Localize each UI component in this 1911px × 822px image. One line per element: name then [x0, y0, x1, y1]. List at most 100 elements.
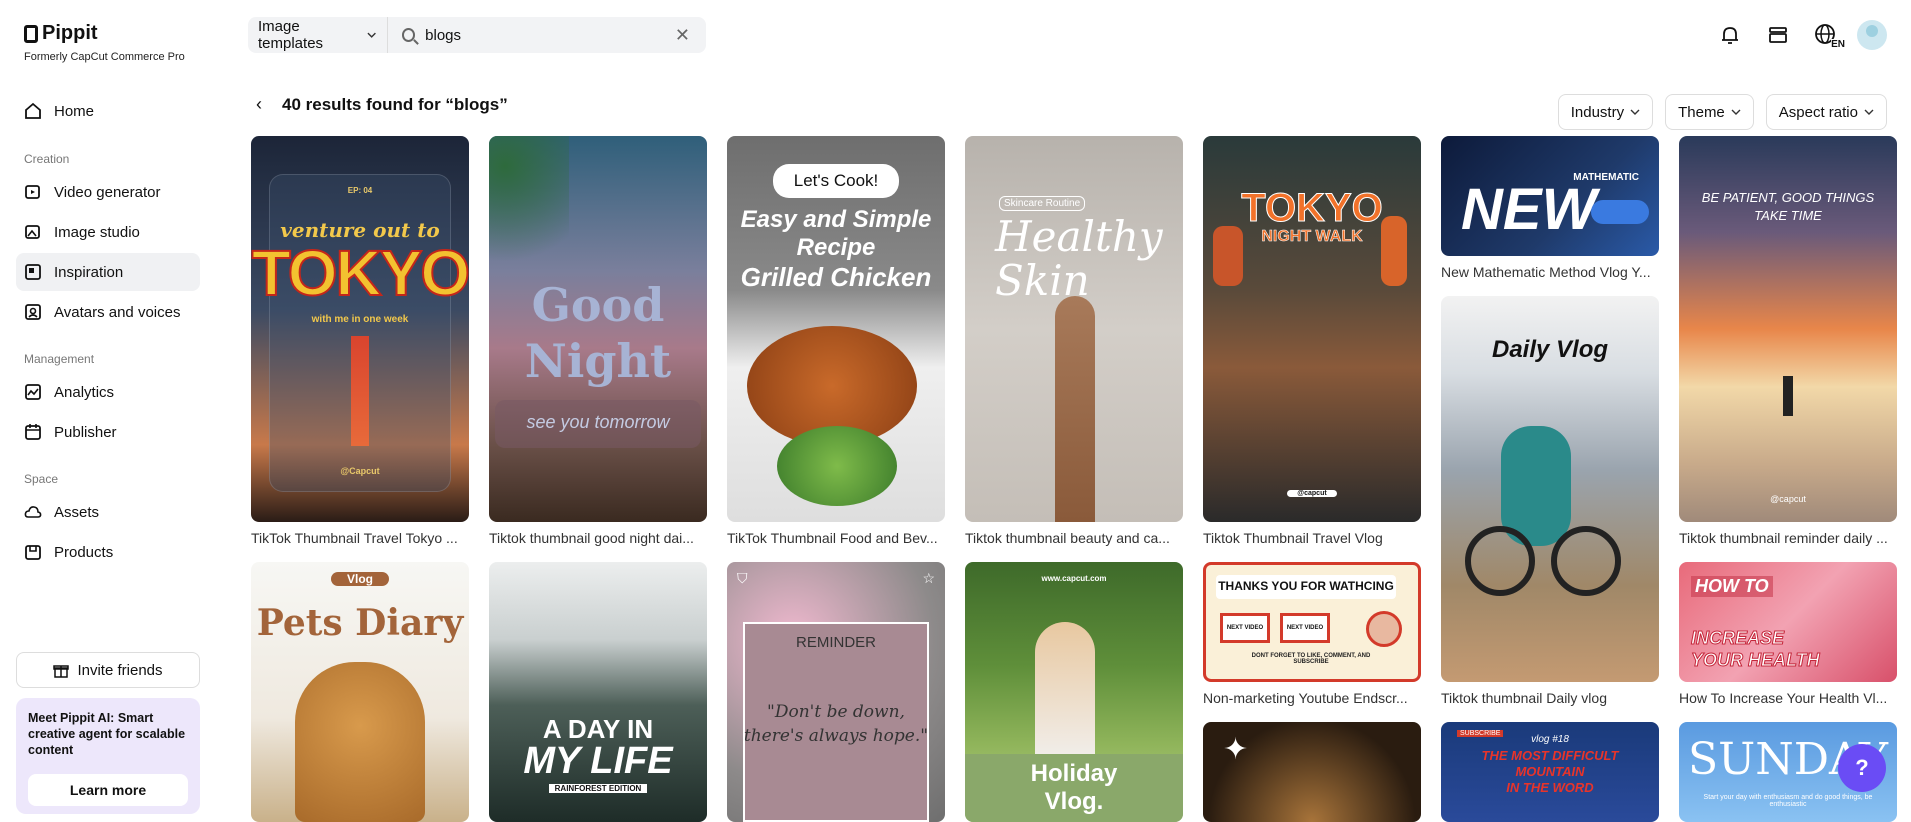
- sidebar-item-video-generator[interactable]: Video generator: [16, 173, 200, 211]
- star-icon[interactable]: ☆: [922, 570, 935, 587]
- template-card-holiday-vlog[interactable]: www.capcut.com Holiday Vlog.: [965, 562, 1183, 822]
- user-avatar[interactable]: [1857, 20, 1887, 50]
- card-text: www.capcut.com: [1041, 574, 1107, 583]
- card-text: RAINFOREST EDITION: [549, 784, 647, 793]
- arm-shape: [1055, 296, 1095, 522]
- card-title[interactable]: Tiktok thumbnail reminder daily ...: [1679, 530, 1897, 546]
- template-card-tokyo-night-walk[interactable]: TOKYO NIGHT WALK @capcut: [1203, 136, 1421, 522]
- pippit-logo-icon: [24, 24, 38, 43]
- card-text: THE MOST DIFFICULT: [1481, 748, 1619, 763]
- search-input[interactable]: [425, 26, 706, 44]
- template-card-mathematic[interactable]: MATHEMATIC NEW: [1441, 136, 1659, 256]
- language-button[interactable]: EN: [1809, 18, 1845, 52]
- template-card-good-night[interactable]: Good Night see you tomorrow: [489, 136, 707, 522]
- palm-shape: [489, 136, 569, 286]
- salad-shape: [777, 426, 897, 506]
- card-title[interactable]: Tiktok thumbnail beauty and ca...: [965, 530, 1183, 546]
- chevron-down-icon: [367, 32, 377, 38]
- sidebar-item-label: Image studio: [54, 223, 140, 241]
- inbox-button[interactable]: [1761, 18, 1795, 52]
- sidebar-item-analytics[interactable]: Analytics: [16, 373, 200, 411]
- card-title[interactable]: Tiktok Thumbnail Travel Vlog: [1203, 530, 1421, 546]
- template-card-increase-health[interactable]: HOW TO INCREASE YOUR HEALTH: [1679, 562, 1897, 682]
- sidebar-item-label: Avatars and voices: [54, 303, 181, 321]
- card-text: with me in one week: [311, 314, 409, 325]
- card-text: NEXT VIDEO: [1220, 613, 1270, 643]
- language-label: EN: [1831, 39, 1845, 50]
- search-type-label: Image templates: [258, 18, 324, 52]
- video-generator-icon: [25, 185, 40, 199]
- invite-friends-button[interactable]: Invite friends: [16, 652, 200, 688]
- clear-icon[interactable]: ✕: [675, 26, 690, 44]
- template-card-difficult-mountain[interactable]: SUBSCRIBE vlog #18 THE MOST DIFFICULT MO…: [1441, 722, 1659, 822]
- filter-theme[interactable]: Theme: [1665, 94, 1754, 130]
- home-icon: [25, 102, 41, 119]
- sidebar-item-home[interactable]: Home: [16, 92, 200, 130]
- brand-logo[interactable]: Pippit: [24, 22, 98, 45]
- card-title[interactable]: TikTok Thumbnail Travel Tokyo ...: [251, 530, 469, 546]
- section-label-management: Management: [24, 352, 95, 366]
- section-label-creation: Creation: [24, 152, 70, 166]
- card-text: THANKS YOU FOR WATHCING: [1218, 579, 1394, 593]
- brand-subtitle: Formerly CapCut Commerce Pro: [24, 51, 185, 63]
- sidebar-item-label: Home: [54, 102, 95, 120]
- filter-theme-label: Theme: [1678, 103, 1725, 121]
- template-card-grilled-chicken[interactable]: Let's Cook! Easy and Simple Recipe Grill…: [727, 136, 945, 522]
- chevron-down-icon: [1630, 109, 1640, 115]
- template-card-healthy-skin[interactable]: Skincare Routine Healthy Skin: [965, 136, 1183, 522]
- card-title[interactable]: TikTok Thumbnail Food and Bev...: [727, 530, 945, 546]
- template-card-daily-vlog[interactable]: Daily Vlog: [1441, 296, 1659, 682]
- gift-icon: [53, 665, 70, 678]
- search-type-dropdown[interactable]: Image templates: [248, 17, 388, 53]
- template-card-pets-diary[interactable]: Vlog Pets Diary: [251, 562, 469, 822]
- card-title[interactable]: New Mathematic Method Vlog Y...: [1441, 264, 1659, 280]
- learn-more-button[interactable]: Learn more: [28, 774, 188, 806]
- template-card-sparkle[interactable]: ✦: [1203, 722, 1421, 822]
- template-card-day-in-life[interactable]: A DAY IN MY LIFE RAINFOREST EDITION: [489, 562, 707, 822]
- template-card-youtube-endscreen[interactable]: THANKS YOU FOR WATHCING NEXT VIDEO NEXT …: [1203, 562, 1421, 682]
- back-arrow-icon[interactable]: ‹: [256, 94, 262, 115]
- wheel-shape: [1551, 526, 1621, 596]
- card-title[interactable]: Tiktok thumbnail Daily vlog: [1441, 690, 1659, 706]
- sidebar-item-publisher[interactable]: Publisher: [16, 413, 200, 451]
- cloud-icon: [24, 506, 42, 518]
- card-title[interactable]: Tiktok thumbnail good night dai...: [489, 530, 707, 546]
- search-bar: Image templates ✕: [248, 17, 706, 53]
- sidebar: Pippit Formerly CapCut Commerce Pro Home…: [0, 0, 200, 814]
- card-text: INCREASE: [1690, 628, 1785, 649]
- card-text: vlog #18: [1531, 734, 1569, 745]
- sidebar-item-image-studio[interactable]: Image studio: [16, 213, 200, 251]
- template-card-tokyo-travel[interactable]: EP: 04 venture out to TOKYO with me in o…: [251, 136, 469, 522]
- sidebar-item-products[interactable]: Products: [16, 533, 200, 571]
- sidebar-item-avatars[interactable]: Avatars and voices: [16, 293, 200, 331]
- results-header: ‹ 40 results found for “blogs”: [256, 94, 508, 115]
- card-title[interactable]: Non-marketing Youtube Endscr...: [1203, 690, 1421, 706]
- filter-aspect-ratio[interactable]: Aspect ratio: [1765, 94, 1887, 130]
- notification-button[interactable]: [1713, 18, 1747, 52]
- filter-industry[interactable]: Industry: [1557, 94, 1654, 130]
- card-text: Grilled Chicken: [740, 262, 932, 292]
- filter-aspect-label: Aspect ratio: [1778, 103, 1858, 121]
- image-studio-icon: [25, 225, 40, 239]
- analytics-icon: [25, 384, 41, 400]
- sidebar-item-inspiration[interactable]: Inspiration: [16, 253, 200, 291]
- card-text: Vlog.: [1044, 788, 1104, 815]
- help-button[interactable]: ?: [1838, 744, 1886, 792]
- help-icon: ?: [1855, 755, 1869, 780]
- card-text: Holiday: [1030, 760, 1118, 787]
- search-icon: [401, 28, 416, 42]
- card-text: MY LIFE: [523, 740, 673, 782]
- card-title[interactable]: How To Increase Your Health Vl...: [1679, 690, 1897, 706]
- card-text: EP: 04: [347, 186, 373, 195]
- template-card-be-patient[interactable]: BE PATIENT, GOOD THINGS TAKE TIME @capcu…: [1679, 136, 1897, 522]
- card-text: Healthy: [995, 212, 1163, 261]
- card-text: MOUNTAIN: [1515, 764, 1585, 779]
- sidebar-item-assets[interactable]: Assets: [16, 493, 200, 531]
- card-text: DONT FORGET TO LIKE, COMMENT, AND SUBSCR…: [1251, 653, 1371, 665]
- card-text: Good: [531, 278, 665, 332]
- promo-card: Meet Pippit AI: Smart creative agent for…: [16, 698, 200, 814]
- calendar-icon: [25, 424, 41, 440]
- card-text: Pets Diary: [256, 602, 464, 644]
- template-card-reminder-hope[interactable]: ⛉ ☆ REMINDER "Don't be down, there's alw…: [727, 562, 945, 822]
- product-box-icon: [25, 545, 41, 560]
